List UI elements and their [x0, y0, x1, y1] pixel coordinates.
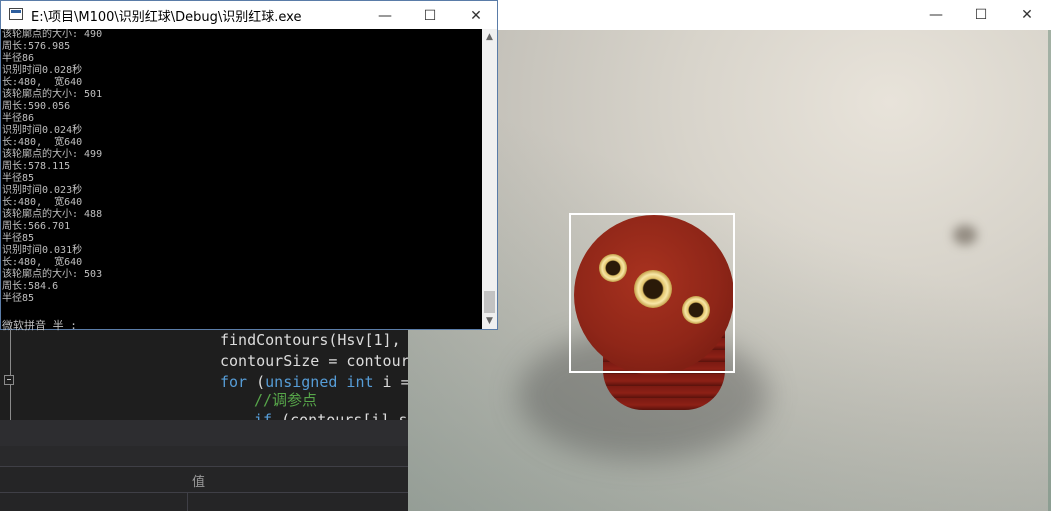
- scroll-up-icon[interactable]: ▲: [482, 29, 497, 45]
- value-column-header[interactable]: 值: [192, 471, 205, 490]
- console-line: 周长:590.056: [2, 101, 71, 112]
- console-line: 识别时间0.023秒: [2, 185, 83, 196]
- close-button[interactable]: ✕: [453, 1, 499, 31]
- ime-indicator: 微软拼音 半 :: [2, 319, 77, 332]
- code-line: findContours(Hsv[1], co: [220, 330, 410, 350]
- console-line: 半径86: [2, 53, 35, 64]
- console-app-icon[interactable]: [9, 8, 23, 20]
- console-lines: 该轮廓点的大小: 490 周长:576.985 半径86 识别时间0.028秒 长:48…: [1, 29, 481, 305]
- scrollbar-thumb[interactable]: [484, 291, 495, 313]
- keyword: unsigned int: [265, 373, 374, 391]
- console-line: 长:480, 宽640: [2, 197, 83, 208]
- close-button[interactable]: ✕: [1004, 0, 1050, 30]
- panel-toolbar: [0, 446, 410, 466]
- console-line: 识别时间0.024秒: [2, 125, 83, 136]
- console-line: 该轮廓点的大小: 501: [2, 89, 103, 100]
- console-line: 周长:584.6: [2, 281, 59, 292]
- maximize-button[interactable]: ☐: [407, 1, 453, 31]
- maximize-button[interactable]: ☐: [958, 0, 1004, 30]
- camera-window-titlebar[interactable]: — ☐ ✕: [408, 0, 1051, 30]
- console-line: 该轮廓点的大小: 503: [2, 269, 103, 280]
- code-text: contourSize = contours.: [220, 352, 410, 370]
- console-title: E:\项目\M100\识别红球\Debug\识别红球.exe: [31, 10, 302, 25]
- scroll-down-icon[interactable]: ▼: [482, 313, 497, 329]
- watch-panel-header: 值: [0, 466, 410, 493]
- column-separator: [187, 493, 188, 511]
- keyword: for: [220, 373, 248, 391]
- console-output[interactable]: 该轮廓点的大小: 490 周长:576.985 半径86 识别时间0.028秒 长:48…: [1, 29, 481, 329]
- console-window[interactable]: E:\项目\M100\识别红球\Debug\识别红球.exe — ☐ ✕ 该轮廓…: [0, 0, 498, 332]
- editor-gutter: [0, 320, 20, 420]
- console-line: 该轮廓点的大小: 488: [2, 209, 103, 220]
- console-line: 周长:578.115: [2, 161, 71, 172]
- console-line: 长:480, 宽640: [2, 257, 83, 268]
- console-line: 长:480, 宽640: [2, 137, 83, 148]
- console-line: 该轮廓点的大小: 499: [2, 149, 103, 160]
- console-titlebar[interactable]: E:\项目\M100\识别红球\Debug\识别红球.exe — ☐ ✕: [1, 1, 497, 29]
- editor-horizontal-band: [0, 420, 410, 446]
- console-line: 该轮廓点的大小: 490: [2, 29, 103, 40]
- console-line: 半径86: [2, 113, 35, 124]
- minimize-button[interactable]: —: [362, 1, 408, 31]
- code-text: i = (: [382, 373, 410, 391]
- code-editor[interactable]: findContours(Hsv[1], co contourSize = co…: [0, 320, 410, 511]
- camera-frame: [408, 30, 1051, 511]
- camera-window[interactable]: — ☐ ✕: [408, 0, 1051, 511]
- detection-bounding-box: [569, 213, 735, 373]
- table-stain: [953, 225, 977, 245]
- code-comment: //调参点: [254, 391, 318, 409]
- console-line: 半径85: [2, 173, 35, 184]
- console-line: 周长:576.985: [2, 41, 71, 52]
- console-line: 识别时间0.028秒: [2, 65, 83, 76]
- console-line: 识别时间0.031秒: [2, 245, 83, 256]
- minimize-button[interactable]: —: [913, 0, 959, 30]
- code-line: contourSize = contours.: [220, 351, 410, 371]
- collapse-toggle-icon[interactable]: [4, 375, 14, 385]
- console-line: 周长:566.701: [2, 221, 71, 232]
- code-text: findContours(Hsv[1], co: [220, 331, 410, 349]
- code-text: (: [247, 373, 266, 391]
- outline-line: [10, 320, 11, 420]
- code-line: for (unsigned int i = (: [220, 372, 410, 392]
- console-scrollbar[interactable]: ▲ ▼: [482, 29, 497, 329]
- console-line: 半径85: [2, 233, 35, 244]
- watch-panel-row[interactable]: [0, 492, 410, 511]
- code-line: //调参点: [254, 390, 317, 410]
- console-line: 半径85: [2, 293, 35, 304]
- console-line: 长:480, 宽640: [2, 77, 83, 88]
